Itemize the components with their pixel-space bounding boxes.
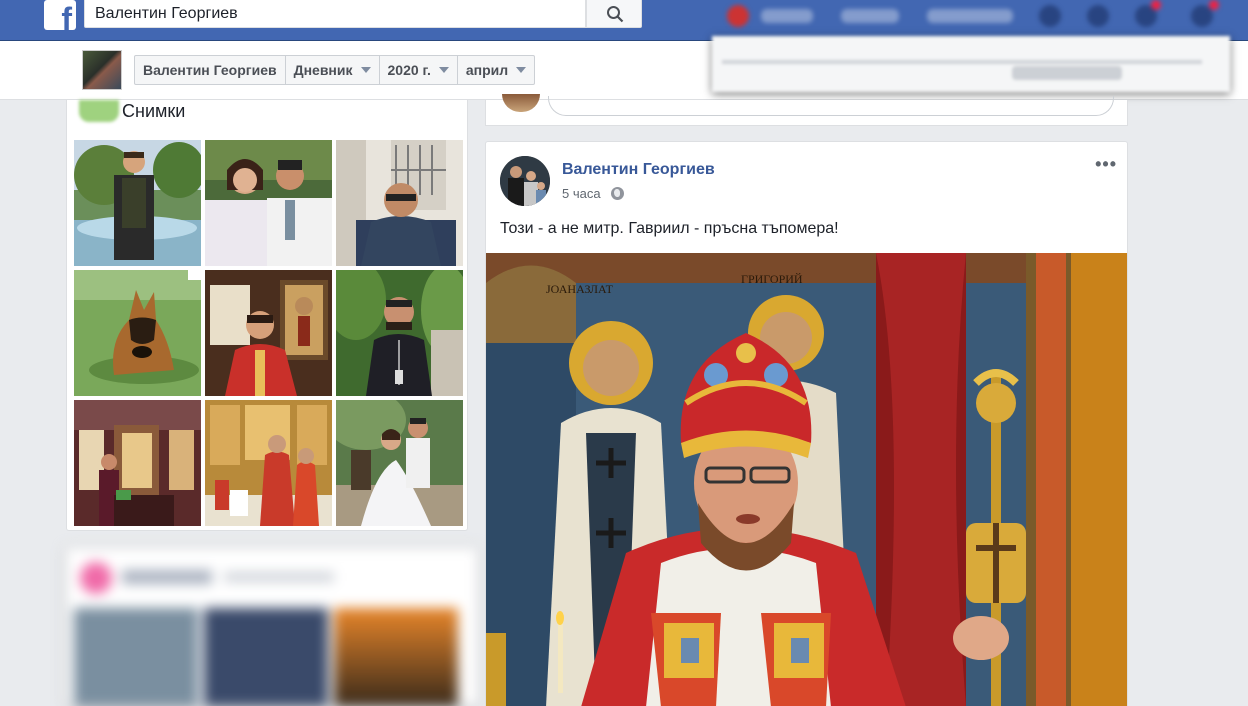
photo-priest-in-black-cassock [336,270,463,396]
photo-thumbnail-8[interactable] [205,400,332,526]
svg-text:ЈОАНАЗЛАТ: ЈОАНАЗЛАТ [546,282,614,296]
chevron-down-icon [360,67,371,73]
globe-icon [610,187,624,200]
crumb-month-dropdown[interactable]: април [456,56,534,84]
photo-thumbnail-2[interactable] [205,140,332,266]
photo-bishop-in-mitre: ЈОАНАЗЛАТ ГРИГОРИЙ [486,253,1127,706]
photo-wedding-couple-bench [336,400,463,526]
timeline-post: Валентин Георгиев 5 часа ••• Този - а не… [485,141,1128,706]
photo-german-shepherd [74,270,201,396]
photo-thumbnail-9[interactable] [336,400,463,526]
crumb-label: Валентин Георгиев [143,62,277,78]
photo-thumbnail-4[interactable] [74,270,201,396]
facebook-logo-icon[interactable]: f [44,0,76,30]
photos-card: Снимки [66,100,468,531]
photos-icon [79,100,119,122]
chevron-down-icon [438,67,449,73]
photo-clergy-at-altar [205,400,332,526]
crumb-label: Дневник [293,62,353,78]
more-options-icon[interactable]: ••• [1095,154,1117,175]
photo-thumbnail-1[interactable] [74,140,201,266]
svg-text:ГРИГОРИЙ: ГРИГОРИЙ [741,272,803,286]
chevron-down-icon [516,67,527,73]
blurred-dropdown-menu [712,36,1230,92]
crumb-label: април [465,62,509,78]
post-time-text: 5 часа [562,186,601,201]
search-button[interactable] [586,0,642,28]
crumb-year-dropdown[interactable]: 2020 г. [378,56,457,84]
composer-avatar [502,94,540,112]
photo-thumbnail-5[interactable] [205,270,332,396]
photo-man-by-building [336,140,463,266]
crumb-profile-name[interactable]: Валентин Георгиев [135,56,285,84]
search-input[interactable]: Валентин Георгиев [84,0,586,28]
author-avatar-image [500,156,550,206]
post-author-name[interactable]: Валентин Георгиев [562,161,715,179]
photo-thumbnail-3[interactable] [336,140,463,266]
crumb-timeline-dropdown[interactable]: Дневник [284,56,379,84]
crumb-label: 2020 г. [387,62,431,78]
profile-avatar[interactable] [82,50,122,90]
post-author-avatar[interactable] [500,156,550,206]
photo-wedding-couple [205,140,332,266]
photos-title[interactable]: Снимки [122,101,185,122]
post-image[interactable]: ЈОАНАЗЛАТ ГРИГОРИЙ [486,253,1127,706]
search-icon [607,6,624,23]
photo-thumbnail-7[interactable] [74,400,201,526]
top-navigation-bar: f Валентин Георгиев [0,0,1248,41]
post-timestamp[interactable]: 5 часа [562,186,624,201]
photo-thumbnail-6[interactable] [336,270,463,396]
blurred-friends-card [66,548,478,706]
post-composer [485,94,1128,126]
photo-priest-in-red-vestments [205,270,332,396]
photo-church-interior [74,400,201,526]
breadcrumb: Валентин Георгиев Дневник 2020 г. април [134,55,536,85]
post-text: Този - а не митр. Гавриил - пръсна тъпом… [500,220,839,237]
composer-input[interactable] [548,96,1114,116]
photo-priest-by-fountain [74,140,201,266]
blurred-nav-items [715,0,1248,36]
